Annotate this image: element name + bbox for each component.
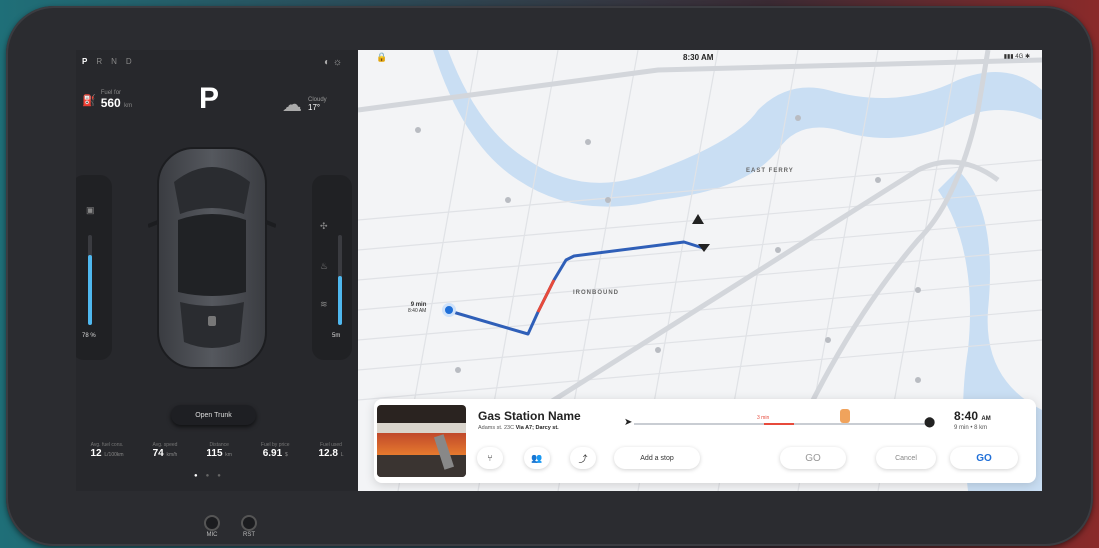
lights-icon[interactable]: ☼	[333, 57, 342, 68]
vehicle-panel: PRND ◐ ☼ ⛽ Fuel for 560 km P ☁ Cloudy 17…	[76, 50, 358, 491]
reset-label: RST	[243, 532, 255, 538]
gear-selector[interactable]: PRND	[82, 57, 141, 66]
headlight-icon[interactable]: ◐	[324, 57, 330, 68]
arrival-clock: 8:40	[954, 409, 979, 423]
car-topview	[148, 147, 276, 369]
stat-avg-fuel: Avg. fuel cons. 12 L/100km	[90, 442, 123, 459]
navigation-map[interactable]: 🔒 8:30 AM ▮▮▮ 4G ✱ EAST FERRY IRONBOUND …	[358, 50, 1042, 491]
start-eta-clock: 8:40 AM	[408, 308, 427, 314]
arrival-time: 8:40 AM	[954, 409, 991, 423]
cloud-icon: ☁	[282, 94, 302, 116]
current-location-marker[interactable]	[442, 303, 456, 317]
right-level-fill	[338, 275, 342, 325]
gas-station-photo	[377, 405, 466, 477]
reset-knob[interactable]	[241, 515, 257, 531]
status-bar: 🔒 8:30 AM ▮▮▮ 4G ✱	[358, 50, 1042, 66]
gear-n[interactable]: N	[111, 57, 126, 66]
stat-fuel-price: Fuel by price 6.91 $	[261, 442, 290, 459]
battery-icon: ▣	[86, 205, 95, 215]
fork-icon: ⑂	[487, 453, 493, 463]
destination-address: Adams st. 23C Via A7; Darcy st.	[478, 425, 559, 431]
weather-temp: 17°	[308, 103, 321, 112]
stat-unit: L/100km	[104, 452, 124, 458]
mic-knob[interactable]	[204, 515, 220, 531]
clock: 8:30 AM	[683, 53, 714, 62]
destination-card: Gas Station Name Adams st. 23C Via A7; D…	[374, 399, 1036, 483]
mic-button[interactable]: MIC	[204, 515, 220, 538]
gas-station-marker-icon	[840, 409, 850, 423]
page-dot[interactable]: ●	[194, 473, 206, 479]
trip-duration: 9 min	[954, 425, 969, 431]
mic-label: MIC	[206, 532, 218, 538]
page-dot[interactable]: ●	[206, 473, 218, 479]
route-overview-button[interactable]: ⤴	[570, 447, 596, 469]
page-indicator[interactable]: ●●●	[194, 473, 229, 479]
route-start-arrow-icon: ➤	[624, 417, 633, 428]
trip-meta: 9 min • 8 km	[954, 425, 988, 431]
trip-distance: 8 km	[974, 425, 988, 431]
route-progress-line	[634, 423, 934, 425]
delay-segment	[764, 423, 794, 425]
gear-r[interactable]: R	[96, 57, 111, 66]
people-icon: 👥	[531, 452, 543, 463]
start-eta: 9 min 8:40 AM	[408, 302, 426, 314]
route-options-button[interactable]: ⑂	[477, 447, 503, 469]
go-button[interactable]: GO	[950, 447, 1018, 469]
weather: ☁ Cloudy 17°	[282, 92, 327, 117]
delay-label: 3 min	[757, 415, 770, 421]
via-text: Via A7; Darcy st.	[515, 425, 559, 431]
open-trunk-button[interactable]: Open Trunk	[171, 405, 256, 425]
destination-name: Gas Station Name	[478, 409, 581, 423]
stat-value: 115	[206, 448, 223, 459]
fuel-value: 560	[100, 96, 121, 110]
gear-d[interactable]: D	[126, 57, 141, 66]
go-secondary-button[interactable]: GO	[780, 447, 846, 469]
stat-unit: $	[284, 452, 288, 458]
screen: PRND ◐ ☼ ⛽ Fuel for 560 km P ☁ Cloudy 17…	[76, 50, 1042, 491]
arrival-suffix: AM	[981, 416, 991, 422]
trip-stats: Avg. fuel cons. 12 L/100km Avg. speed 74…	[76, 442, 358, 459]
stat-distance: Distance 115 km	[206, 442, 232, 459]
lock-icon[interactable]: 🔒	[376, 52, 387, 63]
stat-avg-speed: Avg. speed 74 km/h	[153, 442, 178, 459]
fuel-range: ⛽ Fuel for 560 km	[82, 90, 132, 110]
cancel-button[interactable]: Cancel	[876, 447, 936, 469]
battery-value: 78 %	[82, 333, 96, 339]
seat-heat-icon[interactable]: ♨	[320, 261, 328, 272]
fan-icon[interactable]: ✣	[320, 221, 328, 232]
add-stop-button[interactable]: Add a stop	[614, 447, 700, 469]
top-icons: ◐ ☼	[324, 57, 342, 68]
battery-bar	[88, 235, 92, 325]
route-icon: ⤴	[578, 453, 588, 464]
stat-value: 12	[90, 448, 102, 459]
gear-p[interactable]: P	[82, 57, 96, 66]
stat-value: 12.8	[318, 448, 338, 459]
signal-indicator: ▮▮▮ 4G ✱	[1003, 54, 1030, 60]
defrost-icon[interactable]: ≋	[320, 299, 328, 310]
current-gear: P	[199, 82, 220, 115]
reset-button[interactable]: RST	[241, 515, 257, 538]
right-level-bar[interactable]	[338, 235, 342, 325]
share-contacts-button[interactable]: 👥	[524, 447, 550, 469]
right-level-value: 5m	[332, 333, 341, 339]
stat-unit: km	[225, 452, 232, 458]
network-type: 4G	[1015, 54, 1024, 60]
battery-bar-fill	[88, 254, 92, 325]
address-text: Adams st. 23C	[478, 425, 515, 431]
right-level-pod: ✣ ♨ ≋ 5m	[312, 175, 352, 360]
left-level-pod: ▣ 78 %	[76, 175, 112, 360]
stat-fuel-used: Fuel used 12.8 L	[318, 442, 343, 459]
stat-value: 6.91	[262, 448, 283, 459]
stat-unit: km/h	[166, 452, 178, 458]
stat-unit: L	[340, 452, 344, 458]
neighborhood-ironbound: IRONBOUND	[573, 290, 619, 296]
page-dot[interactable]: ●	[217, 473, 229, 479]
fuel-icon: ⛽	[82, 94, 96, 107]
stat-value: 74	[152, 448, 164, 459]
destination-pin-icon: ⬤	[924, 417, 936, 428]
fuel-unit: km	[124, 103, 133, 109]
neighborhood-east-ferry: EAST FERRY	[746, 168, 794, 174]
